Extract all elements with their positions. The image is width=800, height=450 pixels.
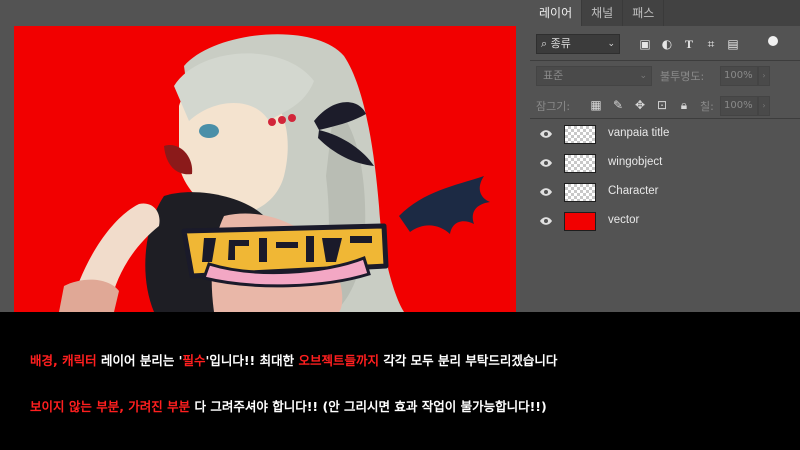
blend-row: 표준 ⌄ 불투명도: 100% › — [536, 66, 796, 86]
tab-layers[interactable]: 레이어 — [530, 0, 583, 26]
layer-name[interactable]: Character — [608, 185, 659, 197]
layer-thumbnail — [564, 125, 596, 144]
lock-all-icon[interactable]: 🔒︎ — [676, 97, 692, 113]
smart-object-filter-icon[interactable]: ▤ — [726, 37, 740, 51]
layer-row[interactable]: vanpaia title — [530, 120, 800, 149]
lock-row: 잠그기: ▦ ✎ ✥ ⊡ 🔒︎ 칠: 100% › — [536, 96, 796, 116]
fill-field[interactable]: 100% — [720, 96, 758, 116]
opacity-field[interactable]: 100% — [720, 66, 758, 86]
tab-channels[interactable]: 채널 — [582, 0, 624, 26]
chevron-down-icon: ⌄ — [639, 71, 647, 81]
layer-name[interactable]: vanpaia title — [608, 127, 669, 139]
chevron-down-icon: ⌄ — [607, 39, 615, 49]
instruction-segment: 배경, 캐릭터 — [30, 353, 97, 368]
filter-kind-label: 종류 — [550, 37, 571, 50]
chevron-right-icon[interactable]: › — [758, 96, 770, 116]
instruction-segment: 각각 모두 분리 부탁드리겠습니다 — [378, 353, 558, 368]
layer-row[interactable]: wingobject — [530, 149, 800, 178]
filter-kind-select[interactable]: ⌕ 종류 ⌄ — [536, 34, 620, 54]
eye — [199, 124, 219, 138]
chevron-right-icon[interactable]: › — [758, 66, 770, 86]
layer-name[interactable]: vector — [608, 214, 639, 226]
blend-mode-select[interactable]: 표준 ⌄ — [536, 66, 652, 86]
divider — [530, 60, 800, 61]
sleeve — [59, 279, 119, 312]
type-filter-icon[interactable]: T — [682, 37, 696, 51]
filter-toggle-icon[interactable] — [768, 36, 778, 46]
layer-thumbnail — [564, 183, 596, 202]
instruction-segment: 보이지 않는 부분, 가려진 부분 — [30, 399, 191, 414]
image-filter-icon[interactable]: ▣ — [638, 37, 652, 51]
lock-transparent-pixels-icon[interactable]: ▦ — [588, 97, 604, 113]
layer-row[interactable]: vector — [530, 207, 800, 236]
character-artwork — [59, 34, 490, 312]
eye-icon[interactable] — [540, 129, 552, 139]
shape-filter-icon[interactable]: ⌗ — [704, 37, 718, 51]
layer-list: vanpaia title wingobject Character vecto… — [530, 120, 800, 236]
tab-paths[interactable]: 패스 — [623, 0, 665, 26]
opacity-label: 불투명도: — [660, 70, 705, 83]
bat-wing — [399, 176, 490, 234]
document-canvas[interactable] — [14, 26, 516, 312]
eye-icon[interactable] — [540, 158, 552, 168]
fill-label: 칠: — [700, 100, 714, 113]
instruction-segment: 레이어 분리는 ' — [96, 353, 183, 368]
heart-clip — [268, 118, 276, 126]
lock-image-pixels-icon[interactable]: ✎ — [610, 97, 626, 113]
instruction-panel: 배경, 캐릭터 레이어 분리는 '필수'입니다!! 최대한 오브젝트들까지 각각… — [0, 312, 800, 450]
search-icon: ⌕ — [541, 37, 548, 50]
lock-position-icon[interactable]: ✥ — [632, 97, 648, 113]
canvas-area[interactable] — [0, 0, 530, 312]
heart-clip — [278, 116, 286, 124]
divider — [530, 118, 800, 119]
panel-tab-bar: 레이어 채널 패스 — [530, 0, 800, 26]
layer-row[interactable]: Character — [530, 178, 800, 207]
heart-clip — [288, 114, 296, 122]
eye-icon[interactable] — [540, 187, 552, 197]
layer-filter-row: ⌕ 종류 ⌄ ▣ ◐ T ⌗ ▤ — [534, 34, 794, 56]
instruction-segment: 다 그려주셔야 합니다!! (안 그리시면 효과 작업이 불가능합니다!!) — [190, 399, 547, 414]
instruction-segment: '입니다!! 최대한 — [205, 353, 299, 368]
layers-panel: 레이어 채널 패스 ⌕ 종류 ⌄ ▣ ◐ T ⌗ ▤ 표준 ⌄ 불투명도: 10… — [530, 0, 800, 312]
layer-thumbnail — [564, 212, 596, 231]
layer-thumbnail — [564, 154, 596, 173]
eye-icon[interactable] — [540, 216, 552, 226]
adjustment-filter-icon[interactable]: ◐ — [660, 37, 674, 51]
instruction-segment: 필수 — [182, 353, 206, 368]
lock-label: 잠그기: — [536, 100, 571, 113]
blend-mode-value: 표준 — [543, 69, 564, 82]
instruction-line-2: 보이지 않는 부분, 가려진 부분 다 그려주셔야 합니다!! (안 그리시면 … — [30, 396, 547, 415]
instruction-line-1: 배경, 캐릭터 레이어 분리는 '필수'입니다!! 최대한 오브젝트들까지 각각… — [30, 350, 557, 369]
lock-artboard-icon[interactable]: ⊡ — [654, 97, 670, 113]
instruction-segment: 오브젝트들까지 — [298, 353, 379, 368]
layer-name[interactable]: wingobject — [608, 156, 662, 168]
